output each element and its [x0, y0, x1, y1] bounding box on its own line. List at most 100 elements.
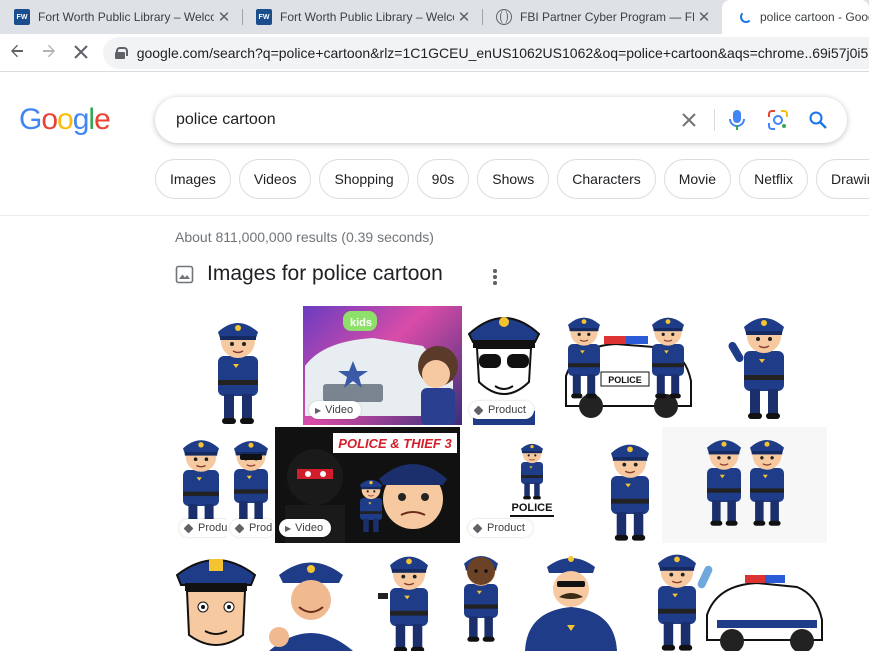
tab-fort-worth-library-2[interactable]: FW Fort Worth Public Library – Welco ✕: [242, 0, 482, 34]
clear-icon[interactable]: [677, 108, 701, 132]
police-logo-text: POLICE: [512, 502, 553, 514]
police-couple-thumbnail: [706, 439, 785, 527]
badge-label: Product: [487, 522, 525, 534]
url-text: google.com/search?q=police+cartoon&rlz=1…: [136, 45, 869, 61]
images-section-title[interactable]: Images for police cartoon: [207, 262, 443, 286]
tab-title: police cartoon - Goog: [760, 10, 869, 24]
back-button[interactable]: [6, 42, 28, 64]
badge-label: Prod: [249, 522, 273, 534]
fw-library-icon: FW: [14, 9, 30, 25]
filter-chips: Images Videos Shopping 90s Shows Charact…: [155, 159, 869, 199]
logo-letter: G: [19, 103, 42, 136]
chip-movie[interactable]: Movie: [663, 159, 732, 199]
lock-icon: [115, 47, 128, 59]
chip-netflix[interactable]: Netflix: [739, 159, 808, 199]
loading-spinner-icon: [740, 11, 752, 23]
tab-fort-worth-library-1[interactable]: FW Fort Worth Public Library – Welco ✕: [0, 0, 242, 34]
image-result[interactable]: Produ: [175, 427, 227, 543]
badge-label: Video: [325, 404, 354, 416]
search-box[interactable]: police cartoon: [155, 97, 847, 143]
image-results-grid: kids ▶ Video Product POLICE Produ Prod P…: [175, 306, 827, 651]
close-icon[interactable]: ✕: [214, 8, 234, 26]
kids-logo-text: kids: [350, 317, 372, 329]
chip-shows[interactable]: Shows: [477, 159, 550, 199]
tab-title: FBI Partner Cyber Program — FBI: [520, 10, 694, 24]
play-icon: ▶: [315, 405, 322, 415]
forward-button[interactable]: [38, 42, 60, 64]
image-result[interactable]: [259, 545, 363, 651]
image-result[interactable]: kids ▶ Video: [303, 306, 462, 425]
divider: [714, 109, 715, 131]
image-result[interactable]: [456, 545, 506, 651]
tab-title: Fort Worth Public Library – Welco: [280, 10, 454, 24]
logo-letter: g: [72, 103, 90, 136]
police-officer-car-thumbnail: [657, 553, 823, 651]
image-result[interactable]: [175, 545, 257, 651]
image-result[interactable]: [637, 545, 827, 651]
globe-icon: [496, 9, 512, 25]
tab-strip: FW Fort Worth Public Library – Welco ✕ F…: [0, 0, 869, 34]
tab-fbi-cyber[interactable]: FBI Partner Cyber Program — FBI ✕: [482, 0, 722, 34]
image-result[interactable]: [704, 306, 827, 425]
search-input[interactable]: police cartoon: [176, 111, 276, 129]
badge-label: Product: [488, 404, 526, 416]
product-badge: Prod: [230, 519, 274, 537]
image-result[interactable]: [600, 427, 661, 543]
image-result[interactable]: [507, 545, 636, 651]
image-result[interactable]: POLICE: [546, 306, 703, 425]
badge-label: Produ: [198, 522, 227, 534]
video-badge: ▶ Video: [279, 519, 332, 537]
tag-icon: [473, 405, 484, 415]
police-boy-thumbnail: [217, 322, 259, 425]
police-waving-thumbnail: [728, 317, 785, 420]
tag-icon: [472, 523, 483, 533]
image-result[interactable]: Prod: [228, 427, 274, 543]
image-result[interactable]: [662, 427, 827, 543]
search-header: Google police cartoon Images Videos Shop…: [0, 72, 869, 216]
stop-loading-button[interactable]: [70, 42, 92, 64]
product-badge: Produ: [179, 519, 227, 537]
image-result[interactable]: POLICE & THIEF 3 ▶ Video: [275, 427, 460, 543]
police-pointing-thumbnail: [269, 562, 353, 651]
result-stats: About 811,000,000 results (0.39 seconds): [175, 229, 434, 245]
chip-shopping[interactable]: Shopping: [319, 159, 409, 199]
image-icon: [175, 265, 194, 283]
google-logo[interactable]: Google: [19, 103, 111, 137]
chip-drawing[interactable]: Drawing: [816, 159, 869, 199]
police-kids-car-thumbnail: POLICE: [565, 317, 692, 418]
image-result[interactable]: [175, 306, 302, 425]
microphone-icon[interactable]: [725, 108, 749, 132]
tag-icon: [234, 523, 245, 533]
police-face-thumbnail: [175, 559, 257, 646]
image-result[interactable]: [364, 545, 455, 651]
address-bar[interactable]: google.com/search?q=police+cartoon&rlz=1…: [103, 37, 869, 69]
product-badge: Product: [468, 519, 533, 537]
chip-90s[interactable]: 90s: [416, 159, 470, 199]
logo-letter: o: [57, 103, 74, 136]
more-options-icon[interactable]: [487, 265, 503, 289]
police-boy-gun-thumbnail: [378, 555, 429, 651]
browser-toolbar: google.com/search?q=police+cartoon&rlz=1…: [0, 34, 869, 72]
tab-police-cartoon[interactable]: police cartoon - Goog: [722, 0, 869, 34]
images-section-header: Images for police cartoon: [175, 262, 443, 286]
close-icon[interactable]: ✕: [454, 8, 474, 26]
badge-label: Video: [295, 522, 324, 534]
play-icon: ▶: [285, 523, 292, 533]
tag-icon: [183, 523, 194, 533]
police-car-text: POLICE: [608, 375, 642, 385]
product-badge: Product: [469, 401, 534, 419]
lens-camera-icon[interactable]: [766, 108, 790, 132]
close-icon[interactable]: ✕: [694, 8, 714, 26]
thumb-title-text: POLICE & THIEF 3: [338, 436, 452, 451]
police-mustache-thumbnail: [525, 556, 617, 651]
fw-library-icon: FW: [256, 9, 272, 25]
search-icon[interactable]: [806, 108, 830, 132]
chip-videos[interactable]: Videos: [238, 159, 312, 199]
police-officer-dark-thumbnail: [463, 555, 499, 643]
image-result[interactable]: Product: [463, 306, 545, 425]
chip-images[interactable]: Images: [155, 159, 231, 199]
police-boy-standing-thumbnail: [610, 443, 650, 542]
image-result[interactable]: POLICE Product: [462, 427, 599, 543]
chip-characters[interactable]: Characters: [557, 159, 656, 199]
video-badge: ▶ Video: [309, 401, 362, 419]
